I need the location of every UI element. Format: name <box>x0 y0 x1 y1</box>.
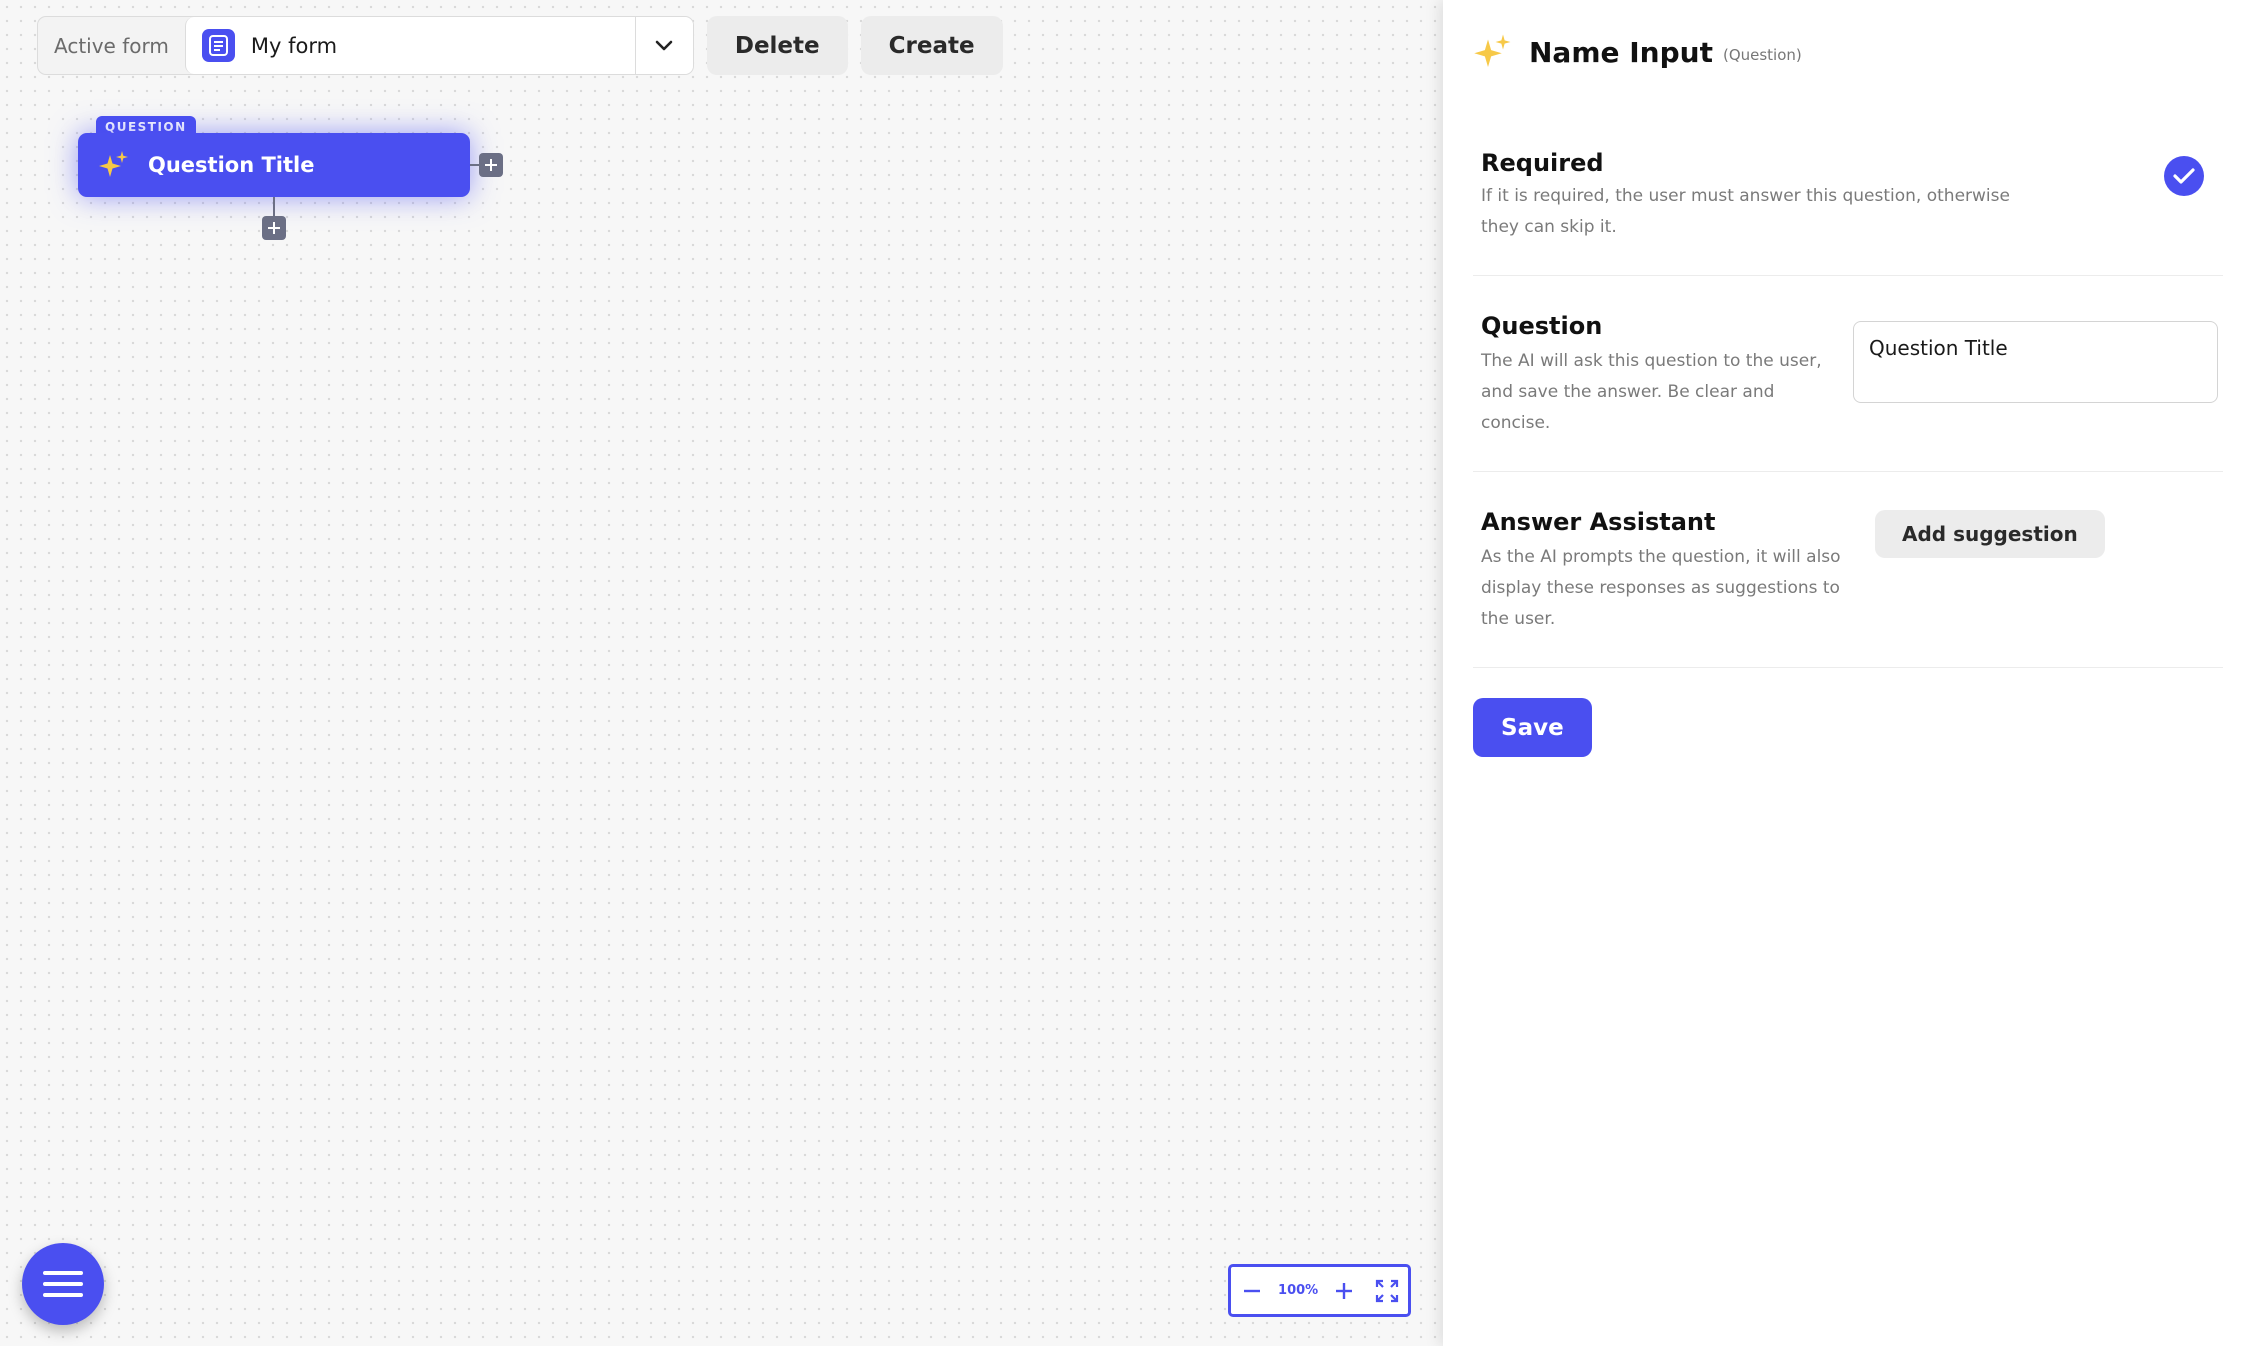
panel-node-kind: (Question) <box>1722 46 1802 64</box>
zoom-out-button[interactable] <box>1235 1274 1269 1308</box>
dropdown-toggle[interactable] <box>634 17 693 74</box>
create-button[interactable]: Create <box>860 16 1003 75</box>
panel-title: Name Input <box>1529 35 1713 69</box>
node-title: Question Title <box>148 153 315 177</box>
required-checkbox[interactable] <box>2164 156 2204 196</box>
flow-canvas[interactable]: Active form My form Delete Create QUESTI… <box>0 0 1443 1346</box>
add-child-node-button[interactable] <box>262 216 286 240</box>
add-next-node-button[interactable] <box>479 153 503 177</box>
expand-icon <box>1375 1279 1398 1302</box>
question-input[interactable]: Question Title <box>1853 321 2218 403</box>
question-node[interactable]: Question Title <box>78 133 470 197</box>
zoom-controls: 100% <box>1228 1264 1411 1317</box>
sparkles-icon <box>1474 34 1511 67</box>
panel-header: Name Input (Question) <box>1473 32 2223 72</box>
toolbar: Active form My form Delete Create <box>37 16 1003 75</box>
required-title: Required <box>1481 149 1604 177</box>
chevron-down-icon <box>656 40 673 50</box>
answer-assistant-description: As the AI prompts the question, it will … <box>1481 547 1841 629</box>
active-form-selector[interactable]: Active form My form <box>37 16 694 75</box>
add-suggestion-button[interactable]: Add suggestion <box>1875 510 2105 558</box>
zoom-in-button[interactable] <box>1327 1274 1361 1308</box>
menu-button[interactable] <box>22 1243 104 1325</box>
active-form-label: Active form <box>54 33 169 58</box>
minus-icon <box>1244 1289 1261 1292</box>
sparkles-icon <box>99 151 128 177</box>
required-description: If it is required, the user must answer … <box>1481 186 2010 237</box>
plus-icon <box>1335 1282 1352 1299</box>
fit-view-button[interactable] <box>1370 1274 1404 1308</box>
document-icon <box>201 29 235 62</box>
question-section: Question The AI will ask this question t… <box>1473 276 2223 472</box>
answer-assistant-title: Answer Assistant <box>1481 508 1716 536</box>
save-button[interactable]: Save <box>1473 698 1592 757</box>
zoom-level: 100% <box>1278 1283 1319 1298</box>
selected-form-name: My form <box>250 33 338 58</box>
required-section: Required If it is required, the user mus… <box>1473 149 2223 276</box>
checkmark-icon <box>2173 168 2195 184</box>
answer-assistant-section: Answer Assistant As the AI prompts the q… <box>1473 472 2223 668</box>
node-settings-panel: Name Input (Question) Required If it is … <box>1443 0 2249 1346</box>
plus-icon <box>485 159 497 171</box>
question-description: The AI will ask this question to the use… <box>1481 351 1822 433</box>
form-dropdown[interactable]: My form <box>184 17 635 74</box>
hamburger-menu-icon <box>43 1271 83 1297</box>
plus-icon <box>268 222 280 234</box>
delete-button[interactable]: Delete <box>706 16 848 75</box>
